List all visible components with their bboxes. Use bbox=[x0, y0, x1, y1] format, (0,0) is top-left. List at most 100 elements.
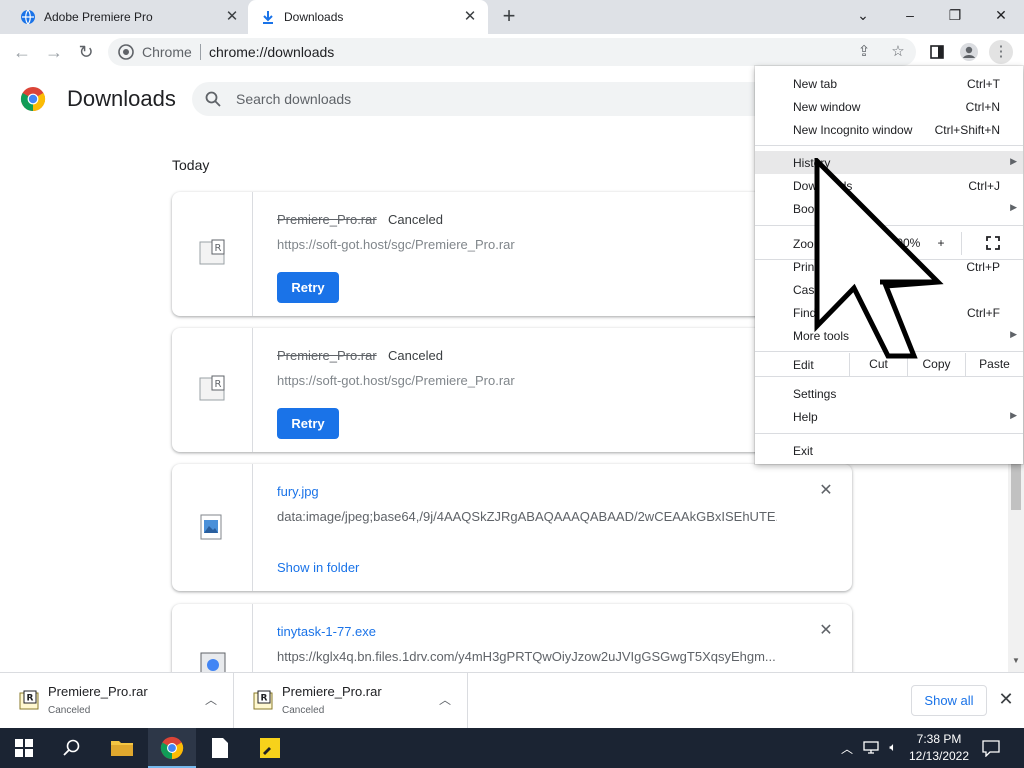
side-panel-icon[interactable] bbox=[925, 40, 949, 64]
scroll-down-arrow-icon[interactable]: ▼ bbox=[1011, 656, 1021, 668]
sticky-notes-taskbar-button[interactable] bbox=[246, 728, 294, 768]
remove-download-icon[interactable]: ✕ bbox=[817, 482, 835, 500]
chevron-up-icon[interactable]: ︿ bbox=[436, 691, 454, 709]
chrome-menu-icon[interactable]: ⋮ bbox=[989, 40, 1013, 64]
file-name-link[interactable]: fury.jpg bbox=[277, 484, 319, 499]
shelf-download-item[interactable]: R Premiere_Pro.rar Canceled ︿ bbox=[234, 673, 468, 728]
shelf-file-name: Premiere_Pro.rar bbox=[48, 684, 148, 699]
menu-shortcut: Ctrl+N bbox=[965, 100, 1000, 114]
menu-label: Settings bbox=[793, 387, 837, 401]
retry-button[interactable]: Retry bbox=[277, 272, 339, 303]
notepad-taskbar-button[interactable] bbox=[196, 728, 244, 768]
close-shelf-icon[interactable]: ✕ bbox=[996, 689, 1016, 709]
remove-download-icon[interactable]: ✕ bbox=[817, 622, 835, 640]
svg-text:R: R bbox=[215, 243, 222, 254]
archive-file-icon: R bbox=[253, 690, 273, 710]
download-icon bbox=[263, 11, 273, 24]
scrollbar-thumb[interactable] bbox=[1011, 464, 1021, 510]
menu-separator bbox=[755, 145, 1023, 146]
menu-label: Exit bbox=[793, 444, 814, 458]
chrome-logo-icon bbox=[20, 87, 46, 111]
archive-file-icon: R bbox=[199, 239, 225, 265]
start-button[interactable] bbox=[0, 728, 48, 768]
tab-title: Adobe Premiere Pro bbox=[44, 10, 153, 24]
file-icon-column bbox=[172, 604, 253, 672]
tab-search-icon[interactable]: ⌄ bbox=[850, 4, 876, 26]
reload-button[interactable]: ↻ bbox=[74, 40, 98, 64]
page-title: Downloads bbox=[67, 86, 176, 111]
clock-time[interactable]: 7:38 PM bbox=[908, 732, 970, 746]
chrome-taskbar-button[interactable] bbox=[148, 728, 196, 768]
image-file-icon bbox=[200, 514, 222, 540]
tab-close-icon[interactable]: ✕ bbox=[224, 9, 240, 25]
menu-item-settings[interactable]: Settings bbox=[755, 382, 1023, 405]
new-tab-button[interactable]: + bbox=[498, 5, 520, 28]
svg-text:R: R bbox=[27, 694, 34, 704]
submenu-arrow-icon: ▶ bbox=[1010, 202, 1017, 212]
tab-strip: Adobe Premiere Pro ✕ Downloads ✕ + ⌄ – ❐… bbox=[0, 0, 1024, 34]
back-button[interactable]: ← bbox=[10, 40, 34, 64]
download-item: fury.jpg data:image/jpeg;base64,/9j/4AAQ… bbox=[172, 464, 852, 591]
notifications-icon[interactable] bbox=[982, 739, 1000, 758]
menu-label: New Incognito window bbox=[793, 123, 913, 137]
shelf-download-item[interactable]: R Premiere_Pro.rar Canceled ︿ bbox=[0, 673, 234, 728]
tab-title: Downloads bbox=[284, 10, 344, 24]
file-url[interactable]: https://soft-got.host/sgc/Premiere_Pro.r… bbox=[277, 373, 515, 388]
network-icon[interactable] bbox=[862, 740, 880, 756]
sticky-note-icon bbox=[260, 738, 280, 758]
menu-item-exit[interactable]: Exit bbox=[755, 439, 1023, 462]
tab-adobe-premiere-pro[interactable]: Adobe Premiere Pro ✕ bbox=[0, 0, 248, 34]
clock-date[interactable]: 12/13/2022 bbox=[908, 749, 970, 763]
close-window-button[interactable]: ✕ bbox=[988, 4, 1014, 26]
download-item: tinytask-1-77.exe https://kglx4q.bn.file… bbox=[172, 604, 852, 672]
network-glyph bbox=[863, 741, 879, 754]
file-url[interactable]: data:image/jpeg;base64,/9j/4AAQSkZJRgABA… bbox=[277, 509, 777, 524]
download-shelf: R Premiere_Pro.rar Canceled ︿ R Premiere… bbox=[0, 672, 1024, 728]
profile-avatar-icon[interactable] bbox=[957, 40, 981, 64]
download-status: Canceled bbox=[388, 212, 443, 227]
menu-separator bbox=[755, 433, 1023, 434]
document-icon bbox=[212, 738, 228, 758]
chevron-up-icon[interactable]: ︿ bbox=[202, 691, 220, 709]
svg-text:R: R bbox=[261, 694, 268, 704]
windows-logo-icon bbox=[15, 739, 33, 757]
paste-button[interactable]: Paste bbox=[965, 353, 1023, 376]
bookmark-star-icon[interactable]: ☆ bbox=[886, 40, 910, 64]
submenu-arrow-icon: ▶ bbox=[1010, 156, 1017, 166]
url-text[interactable]: chrome://downloads bbox=[209, 44, 334, 60]
share-icon[interactable]: ⇪ bbox=[852, 40, 876, 64]
menu-item-help[interactable]: Help ▶ bbox=[755, 405, 1023, 428]
tab-close-icon[interactable]: ✕ bbox=[462, 9, 478, 25]
fullscreen-button[interactable] bbox=[961, 232, 1023, 255]
search-taskbar-button[interactable] bbox=[48, 728, 96, 768]
menu-separator bbox=[755, 376, 1023, 377]
menu-shortcut: Ctrl+Shift+N bbox=[934, 123, 1000, 137]
search-downloads-input[interactable]: Search downloads bbox=[192, 82, 772, 116]
menu-label: Help bbox=[793, 410, 818, 424]
tab-downloads[interactable]: Downloads ✕ bbox=[248, 0, 488, 34]
file-name-link[interactable]: tinytask-1-77.exe bbox=[277, 624, 376, 639]
file-name: Premiere_Pro.rar bbox=[277, 348, 377, 363]
file-url[interactable]: https://kglx4q.bn.files.1drv.com/y4mH3gP… bbox=[277, 649, 776, 664]
download-item: R Premiere_Pro.rar Canceled https://soft… bbox=[172, 192, 852, 316]
chrome-logo-icon bbox=[160, 736, 184, 760]
restore-button[interactable]: ❐ bbox=[942, 4, 968, 26]
retry-button[interactable]: Retry bbox=[277, 408, 339, 439]
mouse-cursor-icon bbox=[814, 158, 944, 359]
menu-label: New tab bbox=[793, 77, 838, 91]
show-hidden-icons-chevron-icon[interactable]: ︿ bbox=[838, 740, 856, 756]
file-url[interactable]: https://soft-got.host/sgc/Premiere_Pro.r… bbox=[277, 237, 515, 252]
menu-item-new-incognito-window[interactable]: New Incognito window Ctrl+Shift+N bbox=[755, 118, 1023, 141]
exe-file-icon bbox=[200, 652, 226, 672]
menu-item-new-window[interactable]: New window Ctrl+N bbox=[755, 95, 1023, 118]
forward-button[interactable]: → bbox=[42, 40, 66, 64]
volume-icon[interactable]: 🔈︎ bbox=[884, 740, 902, 756]
fullscreen-icon bbox=[985, 236, 1000, 250]
menu-item-new-tab[interactable]: New tab Ctrl+T bbox=[755, 72, 1023, 95]
show-all-button[interactable]: Show all bbox=[911, 685, 987, 716]
folder-icon bbox=[111, 741, 133, 756]
address-bar[interactable]: Chrome chrome://downloads ⇪ ☆ bbox=[108, 38, 916, 66]
minimize-button[interactable]: – bbox=[897, 4, 923, 26]
file-explorer-taskbar-button[interactable] bbox=[98, 728, 146, 768]
show-in-folder-link[interactable]: Show in folder bbox=[277, 560, 359, 575]
